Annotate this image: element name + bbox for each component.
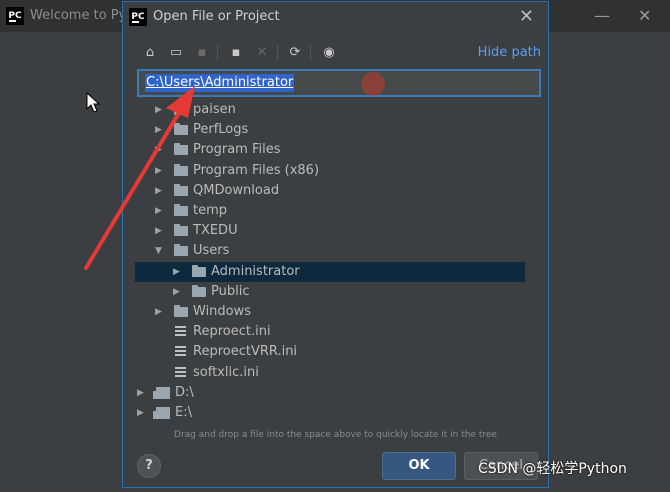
folder-row[interactable]: ▶ TXEDU <box>135 221 525 241</box>
toolbar: ⌂ ▭ ▪ ▪ ✕ ⟳ ◉ Hide path <box>137 42 541 64</box>
folder-icon <box>174 224 188 237</box>
tree-item-label: Program Files (x86) <box>193 162 320 178</box>
folder-row[interactable]: ▶ Administrator <box>135 261 525 282</box>
tree-item-label: QMDownload <box>193 182 280 198</box>
text-file-icon <box>175 326 186 339</box>
folder-icon <box>174 305 188 317</box>
folder-row[interactable]: ▶ paisen <box>135 100 525 120</box>
toolbar-divider <box>217 45 218 61</box>
welcome-close-button[interactable]: ✕ <box>638 6 651 25</box>
chevron-right-icon[interactable]: ▶ <box>155 221 162 241</box>
new-folder-icon[interactable]: ▪ <box>225 42 247 64</box>
tree-item-label: Windows <box>193 304 252 319</box>
folder-icon <box>192 284 206 297</box>
text-file-icon <box>175 346 186 359</box>
mouse-pointer-icon <box>86 92 100 113</box>
folder-row[interactable]: ▼ Users <box>135 241 525 261</box>
minimize-button[interactable]: — <box>594 6 610 25</box>
folder-icon <box>174 123 188 136</box>
open-file-dialog: PC Open File or Project ✕ ⌂ ▭ ▪ ▪ ✕ ⟳ ◉ … <box>122 1 549 488</box>
folder-row[interactable]: ▶ Public <box>135 282 525 302</box>
dialog-close-button[interactable]: ✕ <box>519 6 534 27</box>
folder-row[interactable]: ▶ Windows <box>135 302 525 322</box>
refresh-icon[interactable]: ⟳ <box>284 42 306 64</box>
delete-icon[interactable]: ✕ <box>251 42 273 64</box>
path-value: C:\Users\Administrator <box>145 74 295 92</box>
pycharm-logo: PC <box>129 8 147 26</box>
chevron-right-icon[interactable]: ▶ <box>155 161 162 181</box>
tree-item-label: softxlic.ini <box>193 364 259 380</box>
file-tree[interactable]: ▶ paisen ▶ PerfLogs ▶ Program Files ▶ Program F… <box>135 98 537 428</box>
show-hidden-icon[interactable]: ◉ <box>318 42 340 64</box>
toolbar-divider <box>277 45 278 61</box>
folder-icon <box>174 183 188 196</box>
cursor-highlight <box>361 72 385 96</box>
folder-row[interactable]: ▶ QMDownload <box>135 181 525 201</box>
path-input[interactable]: C:\Users\Administrator <box>137 69 541 97</box>
file-row[interactable]: ReproectVRR.ini <box>135 342 525 362</box>
tree-item-label: D:\ <box>175 384 194 400</box>
desktop-icon[interactable]: ▭ <box>165 42 187 64</box>
help-button[interactable]: ? <box>137 454 161 478</box>
chevron-right-icon[interactable]: ▶ <box>155 201 162 221</box>
tree-item-label: Program Files <box>193 142 281 158</box>
tree-item-label: Administrator <box>211 263 300 279</box>
chevron-right-icon[interactable]: ▶ <box>155 181 162 201</box>
folder-icon <box>174 103 188 115</box>
tree-item-label: temp <box>193 203 228 218</box>
toolbar-divider <box>310 45 311 61</box>
welcome-title: Welcome to PyC <box>30 8 136 23</box>
chevron-right-icon[interactable]: ▶ <box>137 403 144 423</box>
chevron-right-icon[interactable]: ▶ <box>155 302 162 322</box>
tree-item-label: Reproect.ini <box>193 324 271 340</box>
drive-row[interactable]: ▶ E:\ <box>135 403 525 423</box>
chevron-right-icon[interactable]: ▶ <box>155 140 162 160</box>
folder-row[interactable]: ▶ temp <box>135 201 525 221</box>
file-row[interactable]: softxlic.ini <box>135 363 525 383</box>
chevron-right-icon[interactable]: ▶ <box>173 262 180 282</box>
drive-icon <box>153 386 170 399</box>
tree-item-label: E:\ <box>175 405 192 420</box>
folder-icon <box>174 204 188 216</box>
drag-drop-hint: Drag and drop a file into the space abov… <box>174 430 497 440</box>
hide-path-link[interactable]: Hide path <box>478 45 541 60</box>
chevron-right-icon[interactable]: ▶ <box>137 383 144 403</box>
chevron-right-icon[interactable]: ▶ <box>155 100 162 120</box>
chevron-right-icon[interactable]: ▶ <box>173 282 180 302</box>
watermark: CSDN @轻松学Python <box>478 461 627 477</box>
ok-button[interactable]: OK <box>382 452 456 480</box>
folder-icon <box>192 264 206 277</box>
tree-item-label: Public <box>211 283 250 299</box>
tree-item-label: paisen <box>193 102 236 117</box>
folder-icon <box>174 163 188 176</box>
folder-icon <box>174 143 188 156</box>
tree-item-label: TXEDU <box>193 223 238 239</box>
tree-item-label: PerfLogs <box>193 122 249 138</box>
chevron-right-icon[interactable]: ▶ <box>155 120 162 140</box>
dialog-title: Open File or Project <box>153 9 280 24</box>
folder-icon <box>174 244 188 257</box>
tree-item-label: ReproectVRR.ini <box>193 344 298 360</box>
dialog-titlebar: PC Open File or Project ✕ <box>123 2 548 32</box>
folder-row[interactable]: ▶ Program Files <box>135 140 525 160</box>
drive-row[interactable]: ▶ D:\ <box>135 383 525 403</box>
text-file-icon <box>175 366 186 379</box>
folder-row[interactable]: ▶ PerfLogs <box>135 120 525 140</box>
folder-row[interactable]: ▶ Program Files (x86) <box>135 161 525 181</box>
drive-icon <box>153 407 170 419</box>
tree-item-label: Users <box>193 243 230 259</box>
pycharm-logo: PC <box>6 7 24 25</box>
chevron-down-icon[interactable]: ▼ <box>155 241 162 261</box>
file-row[interactable]: Reproect.ini <box>135 322 525 342</box>
home-icon[interactable]: ⌂ <box>139 42 161 64</box>
project-icon[interactable]: ▪ <box>191 42 213 64</box>
